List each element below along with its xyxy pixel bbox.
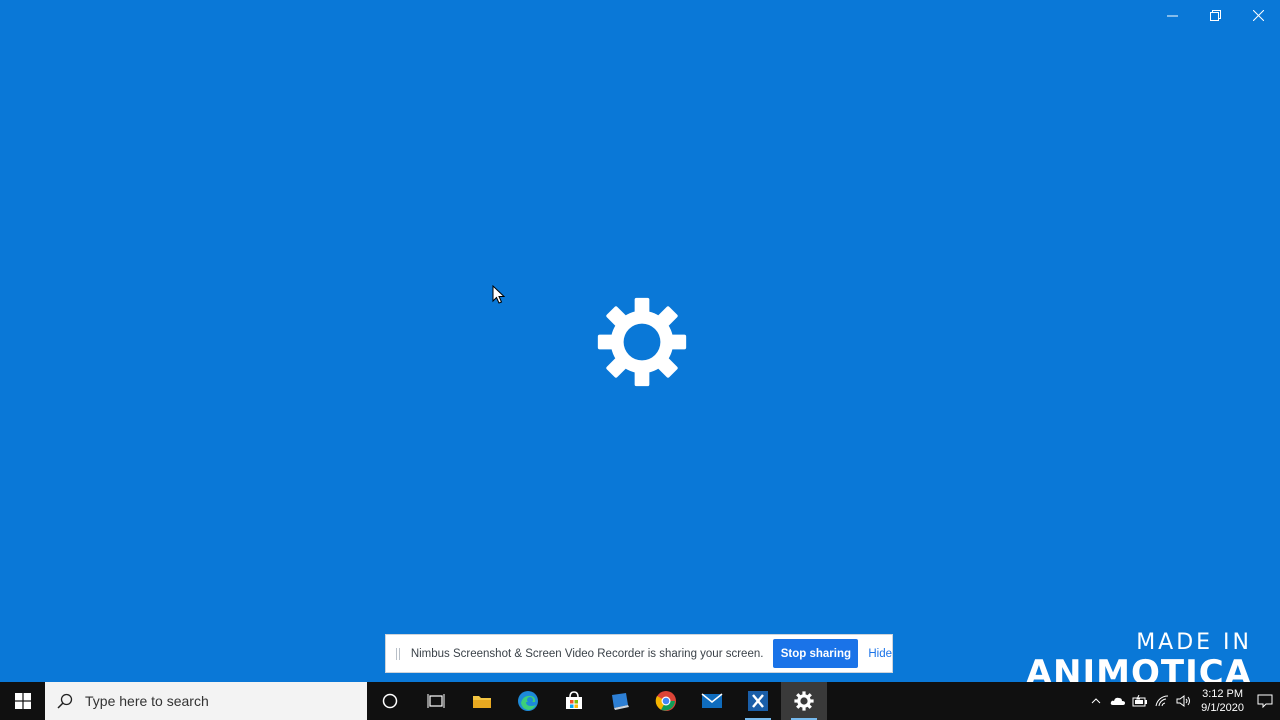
settings-icon [794, 691, 814, 711]
mouse-cursor-icon [492, 285, 505, 304]
network-button[interactable] [1151, 682, 1173, 720]
settings-button[interactable] [781, 682, 827, 720]
chrome-button[interactable] [643, 682, 689, 720]
xampp-icon [748, 691, 768, 711]
show-hidden-icons-button[interactable] [1085, 682, 1107, 720]
restore-icon [1210, 9, 1221, 21]
watermark-line1: MADE IN [1136, 630, 1252, 655]
volume-button[interactable] [1173, 682, 1195, 720]
edge-button[interactable] [505, 682, 551, 720]
cortana-icon [382, 693, 398, 709]
file-explorer-icon [473, 696, 491, 708]
stop-sharing-button[interactable]: Stop sharing [773, 639, 859, 668]
taskbar-apps [367, 682, 827, 720]
task-view-button[interactable] [413, 682, 459, 720]
clock-time: 3:12 PM [1202, 688, 1244, 700]
pinned-app-button[interactable] [597, 682, 643, 720]
close-button[interactable] [1237, 0, 1280, 30]
window-controls [1151, 0, 1280, 30]
file-explorer-button[interactable] [459, 682, 505, 720]
search-placeholder: Type here to search [85, 693, 209, 709]
screen-sharing-bar: Nimbus Screenshot & Screen Video Recorde… [385, 634, 893, 673]
battery-icon [1132, 695, 1148, 707]
start-button[interactable] [0, 682, 45, 720]
chevron-up-icon [1091, 698, 1101, 704]
app-icon [612, 693, 629, 710]
close-icon [1253, 9, 1264, 21]
cortana-button[interactable] [367, 682, 413, 720]
xampp-button[interactable] [735, 682, 781, 720]
speaker-icon [1176, 695, 1191, 707]
edge-icon [518, 691, 538, 711]
windows-logo-icon [14, 693, 31, 709]
sharing-message: Nimbus Screenshot & Screen Video Recorde… [410, 647, 764, 660]
search-icon [57, 693, 73, 709]
taskbar-clock[interactable]: 3:12 PM 9/1/2020 [1201, 687, 1244, 715]
battery-button[interactable] [1129, 682, 1151, 720]
restore-button[interactable] [1194, 0, 1237, 30]
taskbar-search-box[interactable]: Type here to search [45, 682, 367, 720]
minimize-button[interactable] [1151, 0, 1194, 30]
store-icon [566, 691, 582, 709]
mail-button[interactable] [689, 682, 735, 720]
drag-handle[interactable] [396, 647, 400, 660]
cloud-icon [1110, 697, 1126, 705]
mail-icon [701, 693, 723, 708]
wifi-icon [1155, 695, 1169, 707]
clock-date: 9/1/2020 [1201, 702, 1244, 714]
taskbar: Type here to search 3:12 PM 9/1/2020 [0, 682, 1280, 720]
chrome-icon [655, 691, 676, 711]
notification-icon [1257, 694, 1273, 708]
system-tray: 3:12 PM 9/1/2020 [1085, 682, 1280, 720]
settings-splash-window [0, 0, 1280, 682]
task-view-icon [427, 694, 445, 708]
hide-button[interactable]: Hide [868, 648, 892, 660]
minimize-icon [1167, 15, 1178, 16]
onedrive-button[interactable] [1107, 682, 1129, 720]
gear-icon [597, 297, 687, 387]
action-center-button[interactable] [1250, 682, 1280, 720]
store-button[interactable] [551, 682, 597, 720]
